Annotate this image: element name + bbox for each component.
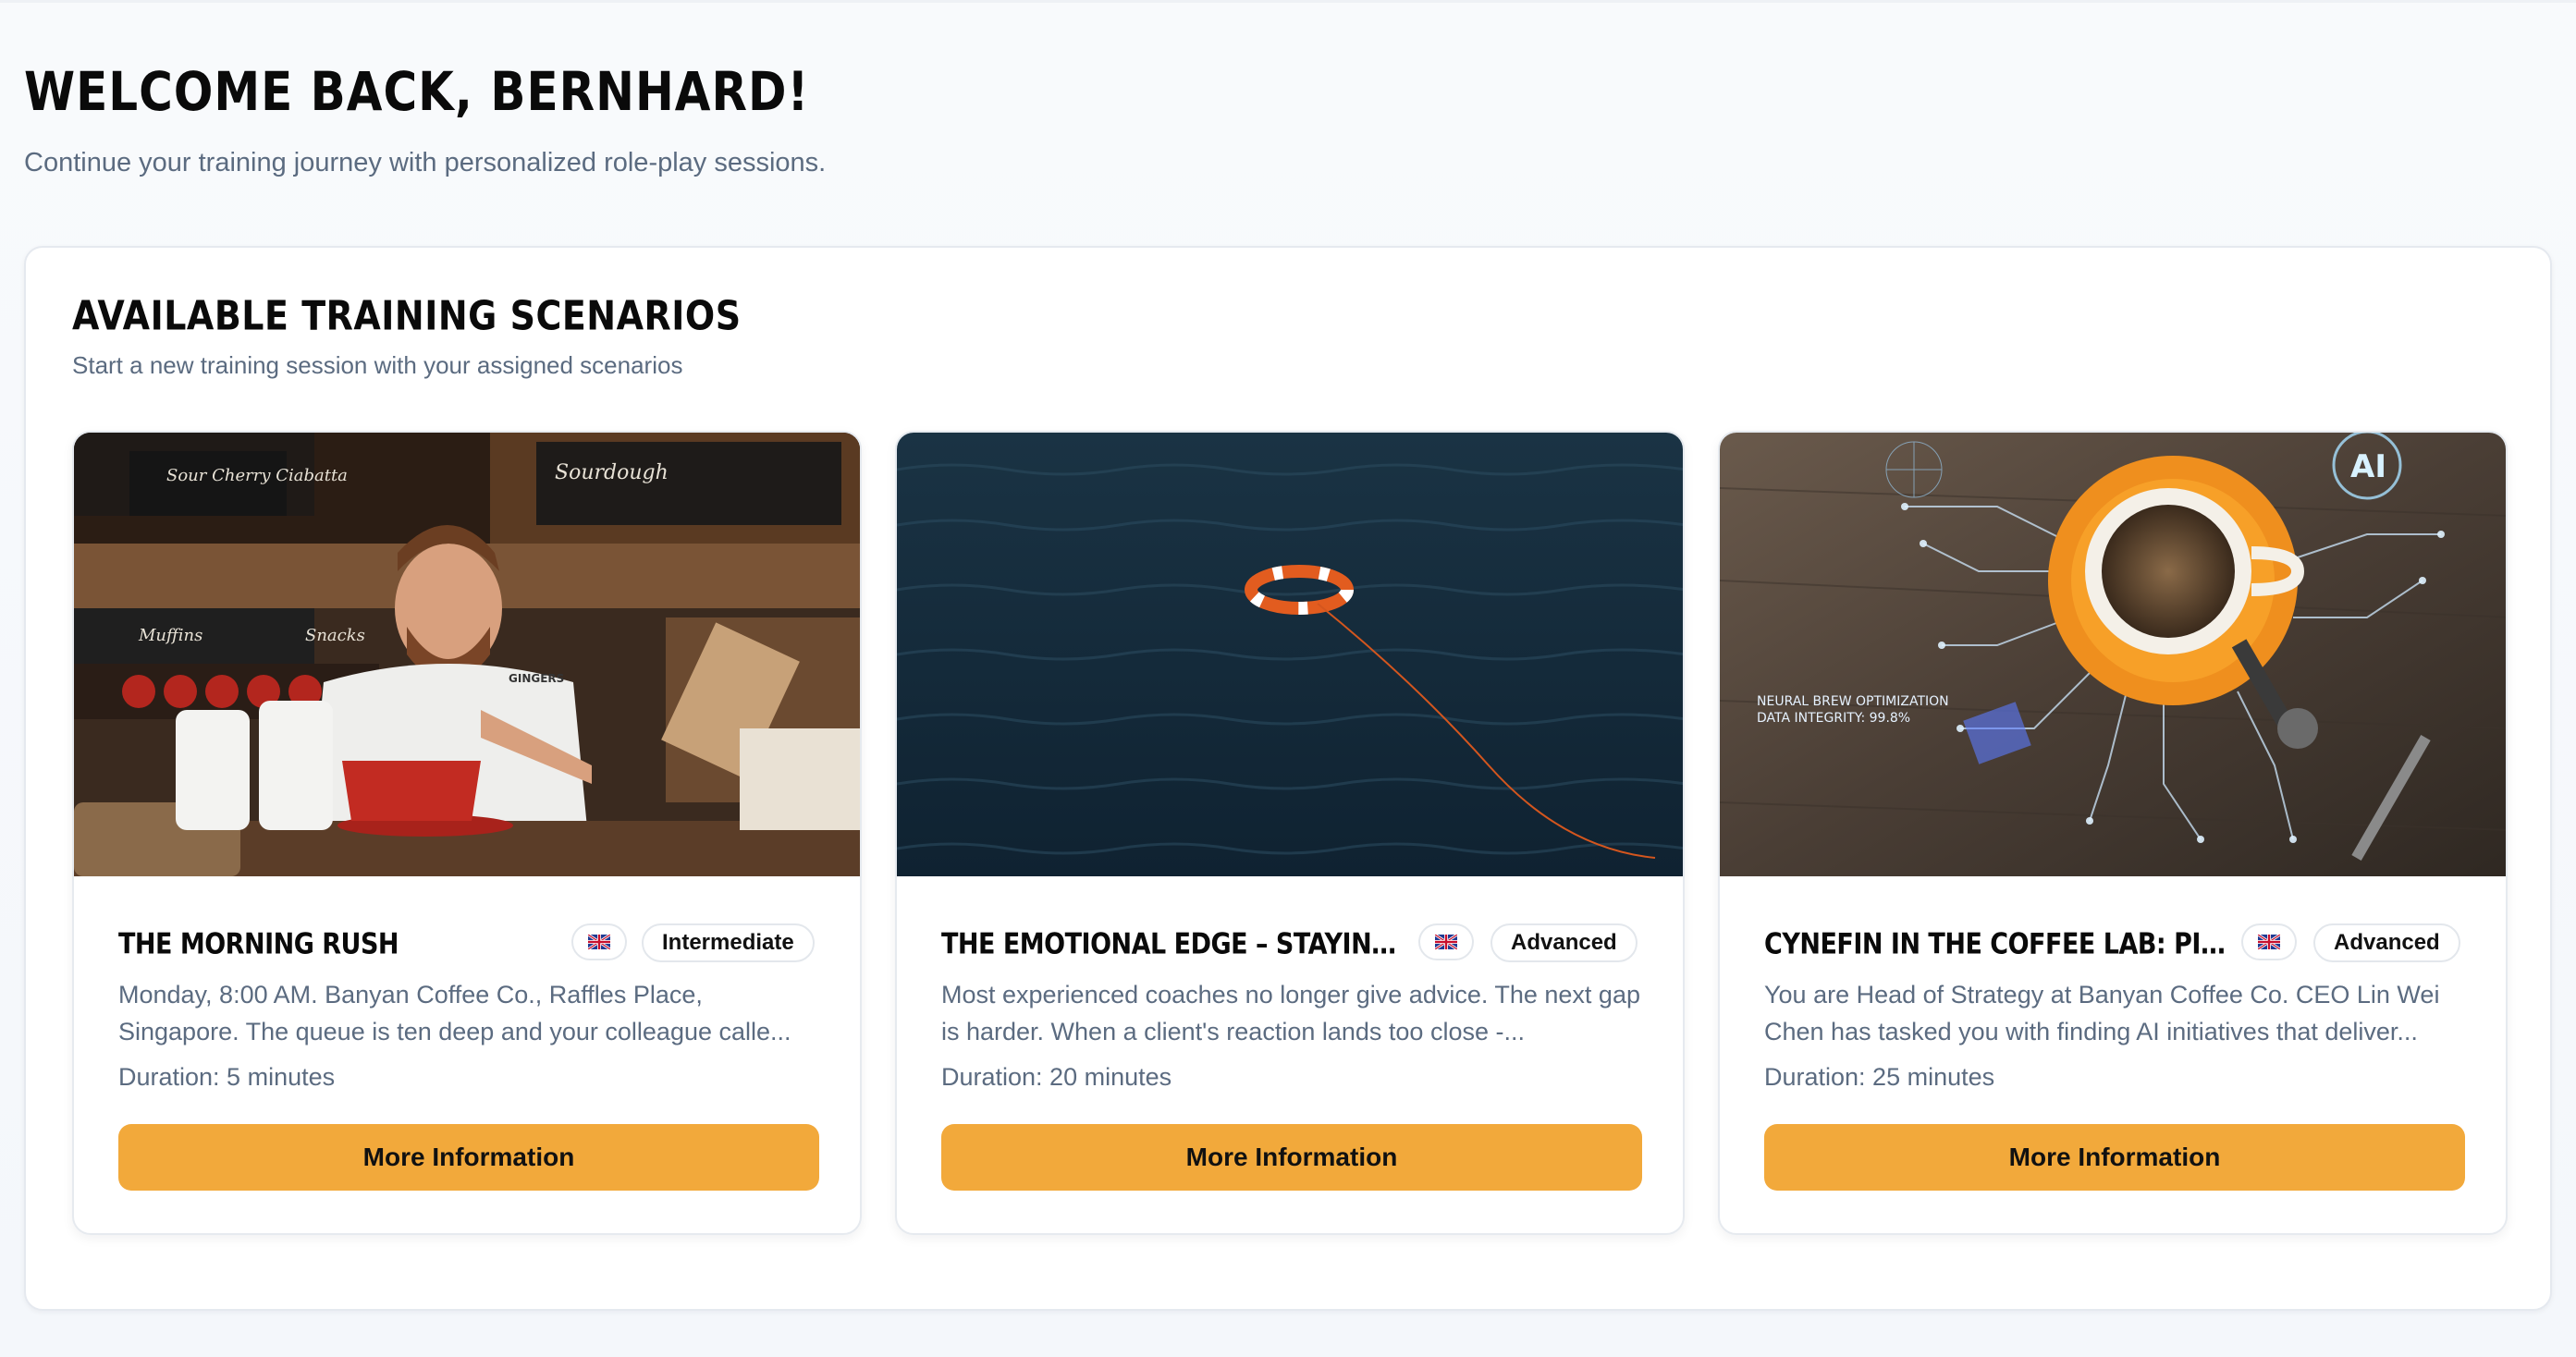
language-badge [1418, 923, 1474, 960]
more-information-button[interactable]: More Information [1764, 1124, 2465, 1191]
hologram-caption-2: DATA INTEGRITY: 99.8% [1757, 711, 1910, 726]
page-subtitle: Continue your training journey with pers… [24, 148, 827, 177]
scenario-title: CYNEFIN IN THE COFFEE LAB: PICKING ... [1764, 928, 2226, 961]
hologram-caption-1: NEURAL BREW OPTIMIZATION [1757, 694, 1949, 709]
scenario-description: Most experienced coaches no longer give … [941, 981, 1640, 1045]
scenario-description: Monday, 8:00 AM. Banyan Coffee Co., Raff… [118, 981, 791, 1045]
scenario-title: THE EMOTIONAL EDGE – STAYING IN TH... [941, 928, 1404, 961]
scenario-card-emotional-edge[interactable]: THE EMOTIONAL EDGE – STAYING IN TH... Ad… [895, 431, 1685, 1235]
more-information-button[interactable]: More Information [118, 1124, 819, 1191]
scenarios-panel: AVAILABLE TRAINING SCENARIOS Start a new… [24, 246, 2552, 1311]
sign-text-right: Sourdough [555, 461, 669, 484]
scenario-image-barista: Sour Cherry Ciabatta Sourdough Muffins S… [74, 433, 860, 876]
scenario-duration: Duration: 25 minutes [1764, 1063, 1995, 1091]
ai-hologram-text: AI [2350, 448, 2386, 485]
top-divider [0, 0, 2576, 3]
scenario-title: THE MORNING RUSH [118, 928, 399, 961]
scenario-duration: Duration: 5 minutes [118, 1063, 336, 1091]
scenario-card-cynefin[interactable]: AI NEURAL BREW OPTIMIZATION DATA INTEGRI… [1718, 431, 2508, 1235]
difficulty-badge: Intermediate [642, 923, 815, 962]
uk-flag-icon [1435, 935, 1457, 949]
panel-subtitle: Start a new training session with your a… [72, 351, 683, 379]
scenario-card-morning-rush[interactable]: Sour Cherry Ciabatta Sourdough Muffins S… [72, 431, 862, 1235]
scenario-image-coffee-ai: AI NEURAL BREW OPTIMIZATION DATA INTEGRI… [1720, 433, 2506, 876]
language-badge [571, 923, 627, 960]
panel-title: AVAILABLE TRAINING SCENARIOS [72, 292, 742, 339]
language-badge [2241, 923, 2297, 960]
scenario-image-lifebuoy [897, 433, 1683, 876]
difficulty-badge: Advanced [2313, 923, 2460, 962]
sign-text-lower-2: Snacks [305, 626, 365, 645]
uk-flag-icon [2258, 935, 2280, 949]
sign-text-lower: Muffins [138, 626, 202, 645]
scenario-duration: Duration: 20 minutes [941, 1063, 1172, 1091]
sign-text-left: Sour Cherry Ciabatta [166, 466, 348, 485]
difficulty-badge: Advanced [1490, 923, 1638, 962]
scenario-description: You are Head of Strategy at Banyan Coffe… [1764, 981, 2440, 1045]
shirt-text: GINGERS [509, 672, 564, 685]
page-title: WELCOME BACK, BERNHARD! [24, 61, 810, 123]
uk-flag-icon [588, 935, 610, 949]
more-information-button[interactable]: More Information [941, 1124, 1642, 1191]
